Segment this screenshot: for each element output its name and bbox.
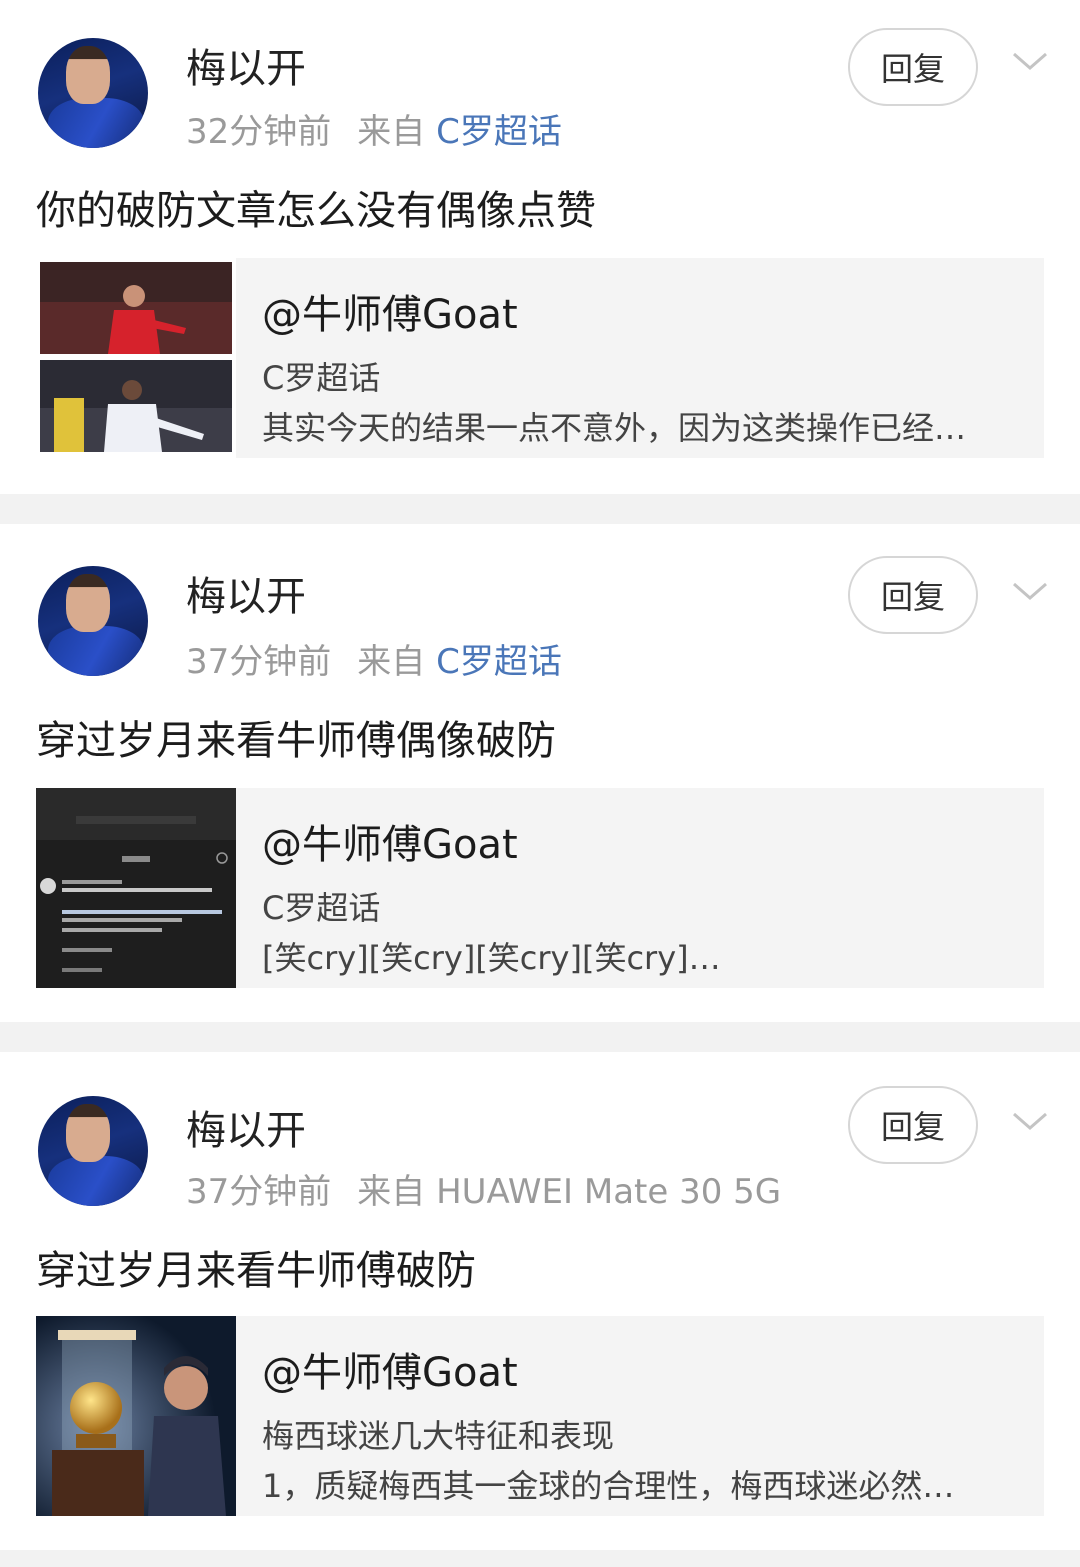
avatar[interactable] [38, 566, 148, 676]
comment-card: 梅以开 32分钟前 来自 C罗超话 回复 你的破防文章怎么没有偶像点赞 @牛师傅G [0, 0, 1080, 494]
source-device: HUAWEI Mate 30 5G [436, 1172, 782, 1212]
comment-text: 穿过岁月来看牛师傅破防 [36, 1248, 476, 1294]
comment-meta: 37分钟前 来自 HUAWEI Mate 30 5G [186, 1164, 781, 1213]
username[interactable]: 梅以开 [186, 1098, 306, 1156]
reply-button[interactable]: 回复 [848, 556, 978, 634]
quoted-post[interactable]: @牛师傅Goat 梅西球迷几大特征和表现 1，质疑梅西其一金球的合理性，梅西球迷… [36, 1316, 1044, 1516]
avatar[interactable] [38, 1096, 148, 1206]
comment-card: 梅以开 37分钟前 来自 HUAWEI Mate 30 5G 回复 穿过岁月来看牛… [0, 1052, 1080, 1550]
reply-button[interactable]: 回复 [848, 28, 978, 106]
quoted-excerpt: [笑cry][笑cry][笑cry][笑cry]… [262, 939, 721, 977]
comment-text: 你的破防文章怎么没有偶像点赞 [36, 188, 596, 234]
quoted-excerpt: 其实今天的结果一点不意外，因为这类操作已经… [262, 409, 967, 447]
quoted-post[interactable]: @牛师傅Goat C罗超话 [笑cry][笑cry][笑cry][笑cry]… [36, 788, 1044, 988]
comment-meta: 37分钟前 来自 C罗超话 [186, 634, 562, 683]
quoted-post[interactable]: @牛师傅Goat C罗超话 其实今天的结果一点不意外，因为这类操作已经… [36, 258, 1044, 458]
username[interactable]: 梅以开 [186, 564, 306, 622]
quoted-author[interactable]: @牛师傅Goat [262, 1340, 518, 1398]
quoted-author[interactable]: @牛师傅Goat [262, 812, 518, 870]
source-prefix: 来自 [357, 1172, 426, 1212]
source-prefix: 来自 [357, 642, 426, 682]
chevron-down-icon[interactable] [1012, 576, 1048, 606]
quoted-author[interactable]: @牛师傅Goat [262, 282, 518, 340]
timestamp: 37分钟前 [186, 642, 332, 682]
quoted-excerpt: 1，质疑梅西其一金球的合理性，梅西球迷必然… [262, 1467, 955, 1505]
post-thumbnail [36, 788, 236, 988]
post-thumbnail [36, 258, 236, 458]
quoted-tag: C罗超话 [262, 889, 381, 927]
chevron-down-icon[interactable] [1012, 46, 1048, 76]
chevron-down-icon[interactable] [1012, 1106, 1048, 1136]
source-link[interactable]: C罗超话 [436, 112, 562, 152]
username[interactable]: 梅以开 [186, 36, 306, 94]
avatar[interactable] [38, 38, 148, 148]
comment-card: 梅以开 37分钟前 来自 C罗超话 回复 穿过岁月来看牛师傅偶像破防 @牛师傅G… [0, 524, 1080, 1022]
timestamp: 32分钟前 [186, 112, 332, 152]
timestamp: 37分钟前 [186, 1172, 332, 1212]
source-prefix: 来自 [357, 112, 426, 152]
quoted-tag: C罗超话 [262, 359, 381, 397]
comment-text: 穿过岁月来看牛师傅偶像破防 [36, 718, 556, 764]
comment-meta: 32分钟前 来自 C罗超话 [186, 104, 562, 153]
reply-button[interactable]: 回复 [848, 1086, 978, 1164]
source-link[interactable]: C罗超话 [436, 642, 562, 682]
post-thumbnail [36, 1316, 236, 1516]
quoted-tag: 梅西球迷几大特征和表现 [262, 1417, 615, 1455]
